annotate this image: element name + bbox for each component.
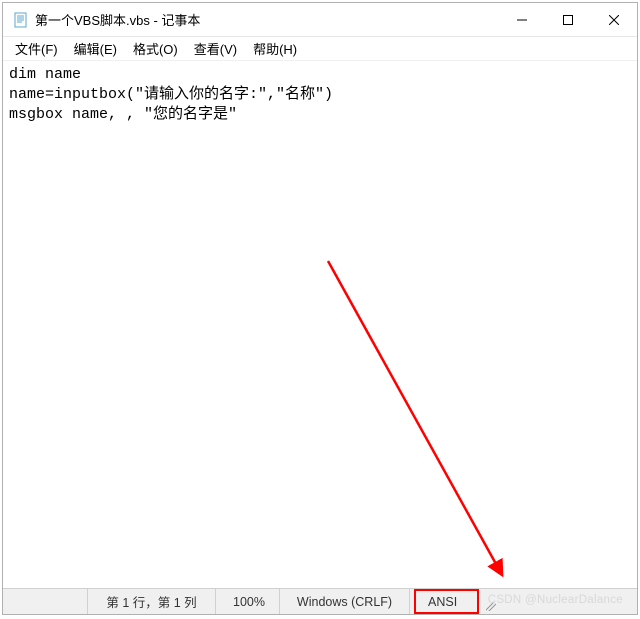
status-eol: Windows (CRLF) [279, 589, 409, 614]
menu-help[interactable]: 帮助(H) [245, 37, 305, 60]
watermark: CSDN @NuclearDalance [488, 594, 623, 606]
maximize-button[interactable] [545, 3, 591, 36]
status-encoding: ANSI [409, 589, 481, 614]
menubar: 文件(F) 编辑(E) 格式(O) 查看(V) 帮助(H) [3, 37, 637, 61]
status-encoding-label: ANSI [428, 595, 457, 609]
editor-area[interactable]: dim name name=inputbox("请输入你的名字:","名称") … [3, 61, 637, 588]
minimize-button[interactable] [499, 3, 545, 36]
notepad-window: 第一个VBS脚本.vbs - 记事本 文件(F) 编辑(E) 格式(O) 查看(… [2, 2, 638, 615]
window-controls [499, 3, 637, 36]
status-position: 第 1 行，第 1 列 [87, 589, 215, 614]
close-button[interactable] [591, 3, 637, 36]
status-spacer [3, 589, 87, 614]
menu-edit[interactable]: 编辑(E) [66, 37, 125, 60]
menu-file[interactable]: 文件(F) [7, 37, 66, 60]
status-zoom: 100% [215, 589, 279, 614]
window-title: 第一个VBS脚本.vbs - 记事本 [35, 10, 499, 29]
app-icon [13, 12, 29, 28]
menu-view[interactable]: 查看(V) [186, 37, 245, 60]
titlebar[interactable]: 第一个VBS脚本.vbs - 记事本 [3, 3, 637, 37]
menu-format[interactable]: 格式(O) [125, 37, 186, 60]
